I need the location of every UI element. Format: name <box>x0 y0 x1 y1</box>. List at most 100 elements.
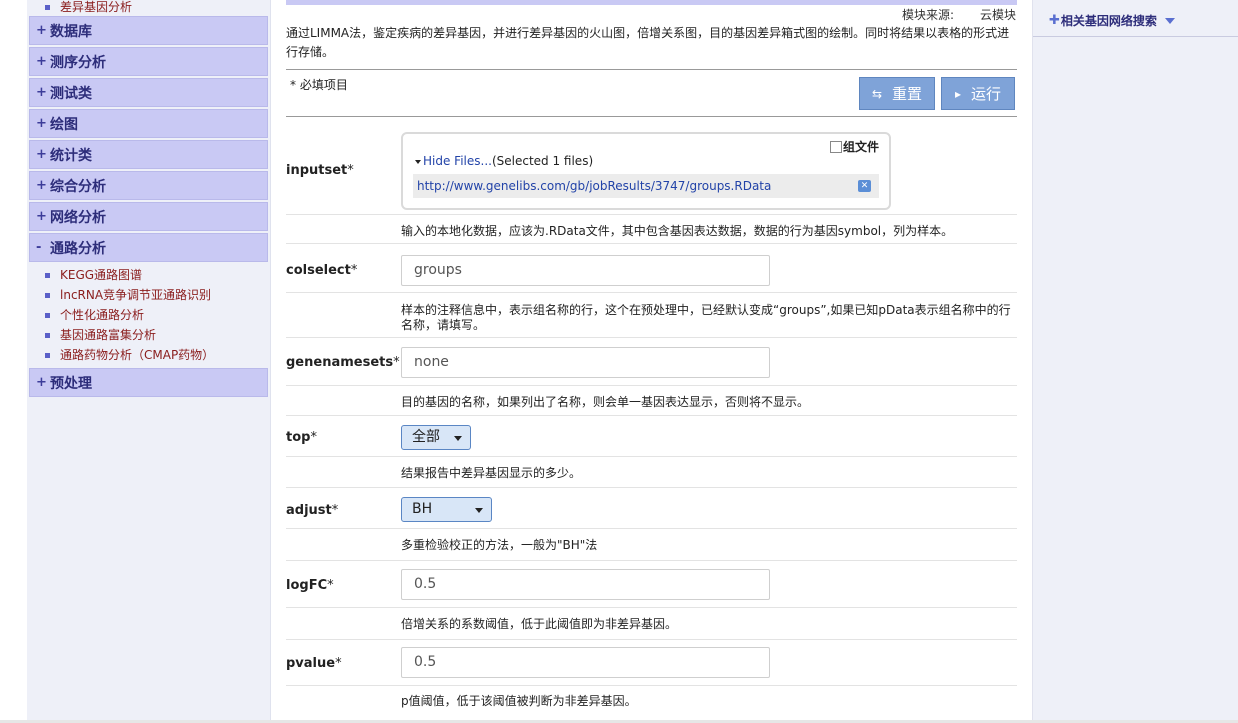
sidebar-category-statistics[interactable]: + 统计类 <box>29 140 268 169</box>
field-label-adjust: adjust* <box>286 503 339 518</box>
module-header-band <box>286 0 1017 5</box>
field-label-genenamesets: genenamesets* <box>286 355 400 370</box>
remove-file-icon[interactable]: ✕ <box>858 180 871 192</box>
expand-icon: + <box>36 178 47 193</box>
row-divider <box>286 528 1017 529</box>
module-source: 模块来源: 云模块 <box>876 6 1016 23</box>
sidebar-category-plotting[interactable]: + 绘图 <box>29 109 268 138</box>
dropdown-caret-icon <box>475 508 483 513</box>
sidebar: 差异基因分析 + 数据库 + 测序分析 + 测试类 + 绘图 + 统计类 + 综合分析 + 网… <box>27 0 271 723</box>
sidebar-category-integrated[interactable]: + 综合分析 <box>29 171 268 200</box>
row-divider <box>286 292 1017 293</box>
refresh-icon: ⇆ <box>871 86 883 101</box>
page-left-margin <box>0 0 27 723</box>
field-hint-pvalue: p值阈值，低于该阈值被判断为非差异基因。 <box>401 694 637 708</box>
sidebar-sub-list-diff: 差异基因分析 <box>27 0 270 14</box>
row-divider <box>286 607 1017 608</box>
divider <box>286 69 1017 70</box>
selected-file-item[interactable]: http://www.genelibs.com/gb/jobResults/37… <box>413 174 879 198</box>
sidebar-item-enrichment[interactable]: 基因通路富集分析 <box>45 325 270 345</box>
form-hint-row-top: 结果报告中差异基因显示的多少。 <box>286 458 1017 488</box>
sidebar-item-kegg[interactable]: KEGG通路图谱 <box>45 265 270 285</box>
sidebar-item-personalized[interactable]: 个性化通路分析 <box>45 305 270 325</box>
genenamesets-input[interactable]: none <box>401 347 770 378</box>
sidebar-category-network[interactable]: + 网络分析 <box>29 202 268 231</box>
field-label-top: top* <box>286 430 317 445</box>
divider <box>1033 36 1238 37</box>
pvalue-input[interactable]: 0.5 <box>401 647 770 678</box>
adjust-select[interactable]: BH <box>401 497 492 522</box>
sidebar-category-database[interactable]: + 数据库 <box>29 16 268 45</box>
row-divider <box>286 337 1017 338</box>
expand-icon: + <box>36 209 47 224</box>
logfc-input[interactable]: 0.5 <box>401 569 770 600</box>
required-note: * 必填项目 <box>290 78 348 92</box>
form-row-pvalue: pvalue* 0.5 <box>286 641 1017 686</box>
row-divider <box>286 685 1017 686</box>
related-gene-network-search[interactable]: ✚ 相关基因网络搜索 <box>1049 12 1175 29</box>
expand-icon: + <box>36 54 47 69</box>
expand-icon: + <box>36 116 47 131</box>
checkbox-icon[interactable] <box>829 140 842 153</box>
field-label-inputset: inputset* <box>286 163 354 178</box>
main-panel: 模块来源: 云模块 通过LIMMA法，鉴定疾病的差异基因，并进行差异基因的火山图，… <box>272 0 1032 723</box>
file-selector: 组文件 Hide Files...(Selected 1 files) http… <box>401 132 891 210</box>
plus-icon: ✚ <box>1049 13 1060 28</box>
bullet-icon <box>45 4 50 10</box>
row-divider <box>286 214 1017 215</box>
right-panel: ✚ 相关基因网络搜索 <box>1032 0 1238 723</box>
expand-icon: + <box>36 375 47 390</box>
caret-down-icon <box>415 159 421 164</box>
sidebar-item-diff-gene[interactable]: 差异基因分析 <box>45 0 270 14</box>
module-source-value: 云模块 <box>979 8 1016 22</box>
form-row-adjust: adjust* BH <box>286 489 1017 529</box>
sidebar-sub-list-pathway: KEGG通路图谱 lncRNA竞争调节亚通路识别 个性化通路分析 基因通路富集分… <box>27 262 270 366</box>
bullet-icon <box>45 272 50 278</box>
sidebar-category-pathway[interactable]: - 通路分析 <box>29 233 268 262</box>
form-hint-row-colselect: 样本的注释信息中，表示组名称的行，这个在预处理中，已经默认变成“groups”,… <box>286 294 1017 338</box>
sidebar-category-sequencing[interactable]: + 测序分析 <box>29 47 268 76</box>
row-divider <box>286 415 1017 416</box>
field-label-colselect: colselect* <box>286 263 358 278</box>
group-files-checkbox[interactable]: 组文件 <box>829 138 879 155</box>
row-divider <box>286 243 1017 244</box>
top-select[interactable]: 全部 <box>401 425 471 450</box>
field-hint-genenamesets: 目的基因的名称，如果列出了名称，则会单一基因表达显示，否则将不显示。 <box>401 395 810 409</box>
row-divider <box>286 456 1017 457</box>
module-source-label: 模块来源: <box>901 8 954 22</box>
play-icon: ▸ <box>954 86 961 101</box>
row-divider <box>286 639 1017 640</box>
field-label-pvalue: pvalue* <box>286 656 342 671</box>
run-button[interactable]: ▸ 运行 <box>941 77 1015 110</box>
field-hint-colselect: 样本的注释信息中，表示组名称的行，这个在预处理中，已经默认变成“groups”,… <box>401 303 1011 332</box>
bullet-icon <box>45 312 50 318</box>
divider <box>286 116 1017 117</box>
sidebar-item-lncrna[interactable]: lncRNA竞争调节亚通路识别 <box>45 285 270 305</box>
chevron-down-icon <box>1164 17 1175 24</box>
sidebar-category-preprocessing[interactable]: + 预处理 <box>29 368 268 397</box>
row-divider <box>286 385 1017 386</box>
sidebar-category-testing[interactable]: + 测试类 <box>29 78 268 107</box>
dropdown-caret-icon <box>454 436 462 441</box>
bullet-icon <box>45 332 50 338</box>
form-hint-row-genenamesets: 目的基因的名称，如果列出了名称，则会单一基因表达显示，否则将不显示。 <box>286 387 1017 416</box>
form-row-logfc: logFC* 0.5 <box>286 562 1017 608</box>
field-hint-adjust: 多重检验校正的方法，一般为"BH"法 <box>401 538 598 552</box>
reset-button[interactable]: ⇆ 重置 <box>859 77 935 110</box>
field-hint-inputset: 输入的本地化数据，应该为.RData文件，其中包含基因表达数据，数据的行为基因s… <box>401 224 954 238</box>
colselect-input[interactable]: groups <box>401 255 770 286</box>
module-description: 通过LIMMA法，鉴定疾病的差异基因，并进行差异基因的火山图，倍增关系图，目的基… <box>286 26 1010 59</box>
form-hint-row-logfc: 倍增关系的系数阈值，低于此阈值即为非差异基因。 <box>286 609 1017 640</box>
bullet-icon <box>45 352 50 358</box>
collapse-icon: - <box>36 240 42 255</box>
sidebar-item-cmap[interactable]: 通路药物分析（CMAP药物） <box>45 345 270 365</box>
file-url[interactable]: http://www.genelibs.com/gb/jobResults/37… <box>417 179 771 193</box>
field-hint-top: 结果报告中差异基因显示的多少。 <box>401 466 582 480</box>
form-row-inputset: inputset* 组文件 Hide Files...(Selected 1 f… <box>286 118 1017 215</box>
form-hint-row-pvalue: p值阈值，低于该阈值被判断为非差异基因。 <box>286 687 1017 717</box>
expand-icon: + <box>36 85 47 100</box>
form-hint-row-adjust: 多重检验校正的方法，一般为"BH"法 <box>286 530 1017 561</box>
hide-files-toggle[interactable]: Hide Files...(Selected 1 files) <box>415 154 593 168</box>
form-row-colselect: colselect* groups <box>286 245 1017 293</box>
row-divider <box>286 560 1017 561</box>
